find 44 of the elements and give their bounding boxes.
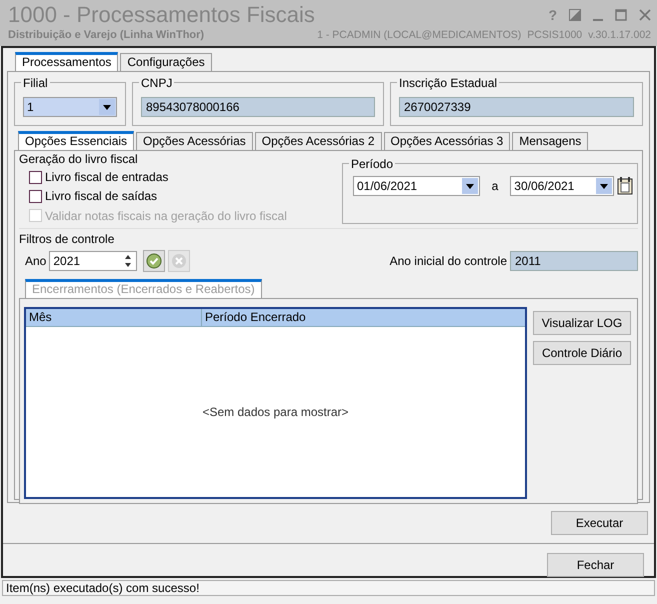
section-title: Geração do livro fiscal (19, 151, 139, 168)
cnpj-field: 89543078000166 (141, 97, 375, 117)
confirm-icon[interactable] (143, 250, 166, 272)
calendar-icon[interactable] (617, 177, 633, 195)
field-label: Ano inicial do controle (390, 252, 507, 270)
start-date-field[interactable]: 01/06/2021 (353, 176, 480, 196)
caret-icon (103, 104, 111, 110)
status-bar: Item(ns) executado(s) com sucesso! (2, 580, 655, 596)
maximize-icon[interactable] (615, 9, 627, 21)
state-registration-field: 2670027339 (399, 97, 634, 117)
version-text: v.30.1.17.002 (588, 28, 651, 42)
field-label: Ano (25, 252, 46, 270)
checkbox[interactable] (29, 170, 42, 184)
tab[interactable]: Mensagens (512, 132, 588, 150)
window-title: 1000 - Processamentos Fiscais (8, 2, 315, 28)
caret-icon (600, 184, 608, 188)
tab[interactable]: Configurações (120, 53, 212, 71)
checkbox[interactable] (29, 190, 42, 203)
caret-icon (466, 184, 474, 188)
year-spinner[interactable]: 2021 (49, 250, 138, 271)
range-separator: a (492, 178, 498, 194)
empty-message: <Sem dados para mostrar> (202, 404, 349, 420)
section-title: Filtros de controle (19, 230, 116, 247)
tab[interactable]: Opções Acessórias 3 (384, 132, 510, 150)
branch-dropdown[interactable]: 1 (23, 97, 117, 117)
close-icon[interactable] (639, 9, 651, 21)
tab[interactable]: Opções Essenciais (18, 131, 134, 150)
tab[interactable]: Opções Acessórias (136, 132, 253, 150)
checkbox-label: Validar notas fiscais na geração do livro fiscal (45, 208, 287, 224)
end-date-field[interactable]: 30/06/2021 (510, 176, 614, 196)
checkbox-label: Livro fiscal de entradas (45, 169, 168, 186)
initial-year-field: 2011 (510, 250, 638, 271)
action-button[interactable]: Executar (551, 511, 648, 535)
window-subtitle: Distribuição e Varejo (Linha WinThor) (8, 28, 206, 43)
checkbox-label: Livro fiscal de saídas (45, 188, 158, 205)
action-button[interactable]: Controle Diário (533, 340, 631, 365)
action-button[interactable]: Fechar (547, 553, 644, 577)
field-label: Inscrição Estadual (397, 75, 500, 92)
tab[interactable]: Processamentos (15, 52, 118, 71)
action-button[interactable]: Visualizar LOG (533, 310, 631, 335)
user-info: 1 - PCADMIN (LOCAL@MEDICAMENTOS) (317, 28, 522, 42)
tab[interactable]: Opções Acessórias 2 (254, 132, 382, 150)
theme-icon[interactable] (569, 9, 581, 21)
program-code: PCSIS1000 (527, 28, 582, 42)
